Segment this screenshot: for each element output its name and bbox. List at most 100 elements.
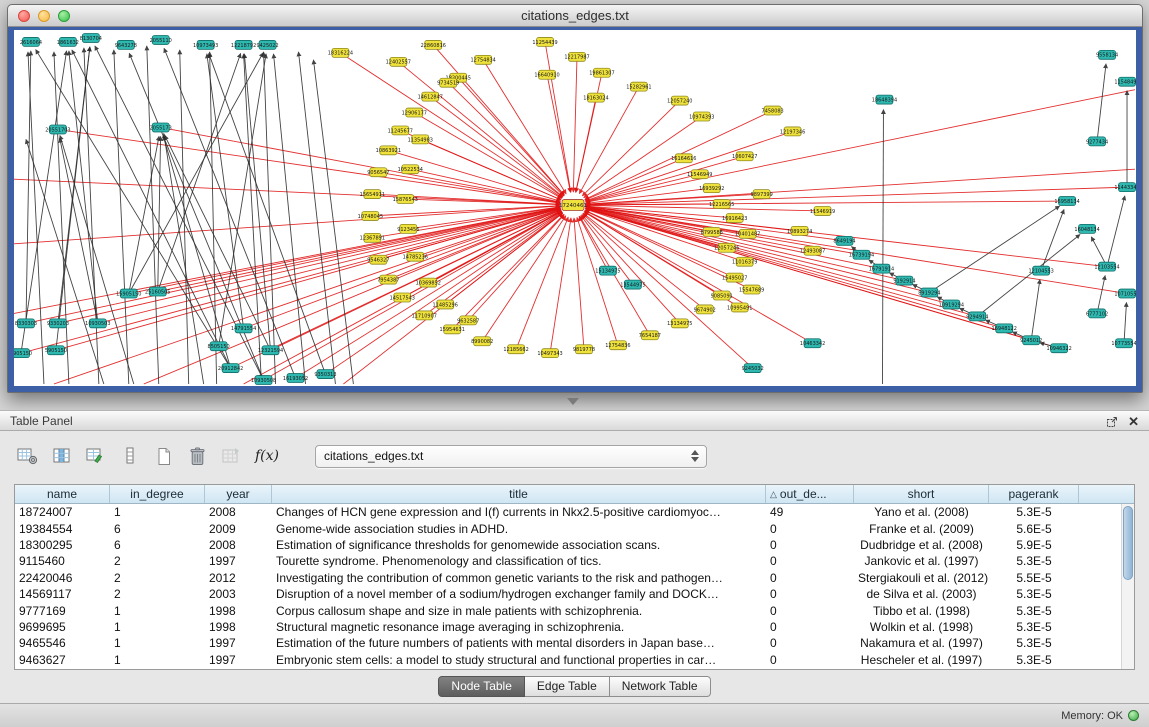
graph-edge[interactable] bbox=[147, 46, 159, 384]
graph-edge[interactable] bbox=[582, 101, 680, 196]
column-header-out_degree[interactable]: △out_de... bbox=[766, 485, 854, 503]
graph-node[interactable]: 11548498 bbox=[1114, 77, 1136, 86]
graph-node[interactable]: 10930503 bbox=[85, 319, 110, 328]
graph-node[interactable]: 8919294 bbox=[918, 288, 940, 297]
graph-node[interactable]: 9085091 bbox=[711, 291, 733, 300]
table-row[interactable]: 911546021997Tourette syndrome. Phenomeno… bbox=[15, 553, 1134, 569]
graph-node[interactable]: 9294914 bbox=[966, 312, 988, 321]
graph-node[interactable]: 15495027 bbox=[722, 273, 747, 282]
graph-edge[interactable] bbox=[144, 210, 561, 384]
graph-node[interactable]: 11245677 bbox=[388, 126, 413, 135]
graph-node[interactable]: 9734519 bbox=[437, 78, 459, 87]
close-window-button[interactable] bbox=[18, 10, 30, 22]
graph-edge[interactable] bbox=[585, 156, 744, 201]
close-panel-button[interactable]: ✕ bbox=[1128, 415, 1139, 428]
graph-edge[interactable] bbox=[1097, 64, 1106, 142]
graph-node[interactable]: 10946322 bbox=[1046, 344, 1071, 353]
graph-node[interactable]: 15134975 bbox=[595, 266, 620, 275]
graph-node[interactable]: 7654187 bbox=[639, 331, 661, 340]
graph-node[interactable]: 14612847 bbox=[418, 92, 443, 101]
graph-edge[interactable] bbox=[414, 113, 562, 199]
graph-node[interactable]: 9674902 bbox=[694, 305, 716, 314]
panel-splitter[interactable] bbox=[0, 393, 1149, 410]
scrollbar-thumb[interactable] bbox=[1123, 506, 1133, 580]
graph-node[interactable]: 15958134 bbox=[1054, 197, 1079, 206]
graph-node[interactable]: 15954631 bbox=[440, 325, 465, 334]
graph-node[interactable]: 11546919 bbox=[810, 207, 835, 216]
graph-node[interactable]: 2055110 bbox=[150, 35, 172, 44]
graph-node[interactable]: 6777102 bbox=[1086, 309, 1108, 318]
graph-node[interactable]: 9546327 bbox=[367, 255, 389, 264]
graph-node[interactable]: 7458083 bbox=[762, 106, 784, 115]
graph-node[interactable]: 16739194 bbox=[849, 250, 874, 259]
graph-edge[interactable] bbox=[1031, 280, 1040, 341]
show-columns-button[interactable] bbox=[48, 443, 75, 469]
graph-node[interactable]: 18648394 bbox=[872, 95, 897, 104]
column-header-short[interactable]: short bbox=[854, 485, 989, 503]
delete-table-button[interactable] bbox=[184, 443, 211, 469]
graph-node[interactable]: 11485296 bbox=[433, 300, 458, 309]
graph-node[interactable]: 8130704 bbox=[80, 33, 102, 42]
graph-node[interactable]: 13134975 bbox=[667, 319, 692, 328]
graph-node[interactable]: 12321594 bbox=[258, 346, 283, 355]
graph-node[interactable]: 1861632 bbox=[57, 37, 79, 46]
graph-node[interactable]: 10893274 bbox=[787, 226, 812, 235]
graph-node[interactable]: 9558134 bbox=[1096, 50, 1118, 59]
graph-edge[interactable] bbox=[586, 208, 978, 316]
graph-node[interactable]: 10369852 bbox=[416, 278, 441, 287]
graph-edge[interactable] bbox=[26, 208, 560, 324]
minimize-window-button[interactable] bbox=[38, 10, 50, 22]
graph-node[interactable]: 5905150 bbox=[45, 346, 67, 355]
graph-edge[interactable] bbox=[547, 75, 570, 193]
window-titlebar[interactable]: citations_edges.txt bbox=[8, 5, 1142, 27]
graph-edge[interactable] bbox=[576, 98, 596, 193]
column-header-pagerank[interactable]: pagerank bbox=[989, 485, 1079, 503]
graph-node[interactable]: 11443345 bbox=[1114, 183, 1136, 192]
table-selector-dropdown[interactable]: citations_edges.txt bbox=[315, 445, 707, 468]
float-panel-button[interactable] bbox=[1106, 416, 1118, 428]
function-builder-button[interactable]: f(x) bbox=[252, 443, 282, 469]
graph-edge[interactable] bbox=[1124, 302, 1126, 343]
graph-node[interactable]: 12402557 bbox=[386, 57, 411, 66]
graph-node[interactable]: 20551703 bbox=[45, 125, 70, 134]
tab-edge-table[interactable]: Edge Table bbox=[525, 676, 610, 697]
graph-node[interactable]: 12218792 bbox=[231, 40, 256, 49]
graph-node[interactable]: 9123456 bbox=[397, 224, 419, 233]
graph-node[interactable]: 12754834 bbox=[470, 55, 495, 64]
graph-node[interactable]: 11254439 bbox=[532, 37, 557, 46]
graph-node[interactable]: 17240461 bbox=[559, 200, 587, 211]
graph-node[interactable]: 10463342 bbox=[800, 339, 825, 348]
graph-node[interactable]: 7905150 bbox=[14, 349, 32, 358]
column-header-in_degree[interactable]: in_degree bbox=[110, 485, 205, 503]
table-row[interactable]: 1938455462009Genome-wide association stu… bbox=[15, 520, 1134, 536]
graph-node[interactable]: 8649194 bbox=[833, 236, 855, 245]
graph-node[interactable]: 9632587 bbox=[457, 316, 479, 325]
graph-node[interactable]: 12057240 bbox=[667, 96, 692, 105]
graph-edge[interactable] bbox=[577, 217, 618, 345]
graph-node[interactable]: 12104553 bbox=[1028, 266, 1053, 275]
graph-node[interactable]: 7954387 bbox=[377, 275, 399, 284]
graph-node[interactable]: 9350313 bbox=[314, 370, 336, 379]
splitter-handle-icon[interactable] bbox=[567, 398, 579, 405]
graph-edge[interactable] bbox=[54, 52, 69, 384]
graph-node[interactable]: 10522534 bbox=[398, 165, 423, 174]
graph-edge[interactable] bbox=[209, 53, 326, 374]
graph-node[interactable]: 9192914 bbox=[893, 276, 915, 285]
graph-node[interactable]: 15282961 bbox=[626, 82, 651, 91]
graph-node[interactable]: 20912842 bbox=[218, 364, 243, 373]
graph-edge[interactable] bbox=[579, 216, 608, 270]
graph-node[interactable]: 12367891 bbox=[360, 233, 385, 242]
graph-node[interactable]: 11546949 bbox=[687, 170, 712, 179]
graph-node[interactable]: 16948122 bbox=[992, 324, 1017, 333]
graph-edge[interactable] bbox=[219, 54, 266, 346]
graph-node[interactable]: 12906177 bbox=[402, 108, 427, 117]
graph-node[interactable]: 9245012 bbox=[1020, 336, 1042, 345]
graph-edge[interactable] bbox=[580, 216, 650, 335]
graph-edge[interactable] bbox=[114, 50, 129, 384]
graph-node[interactable]: 10773554 bbox=[1111, 339, 1136, 348]
tab-network-table[interactable]: Network Table bbox=[610, 676, 711, 697]
graph-node[interactable]: 10919294 bbox=[939, 300, 964, 309]
graph-node[interactable]: 8330303 bbox=[15, 319, 37, 328]
graph-edge[interactable] bbox=[586, 201, 1067, 205]
tab-node-table[interactable]: Node Table bbox=[438, 676, 525, 697]
